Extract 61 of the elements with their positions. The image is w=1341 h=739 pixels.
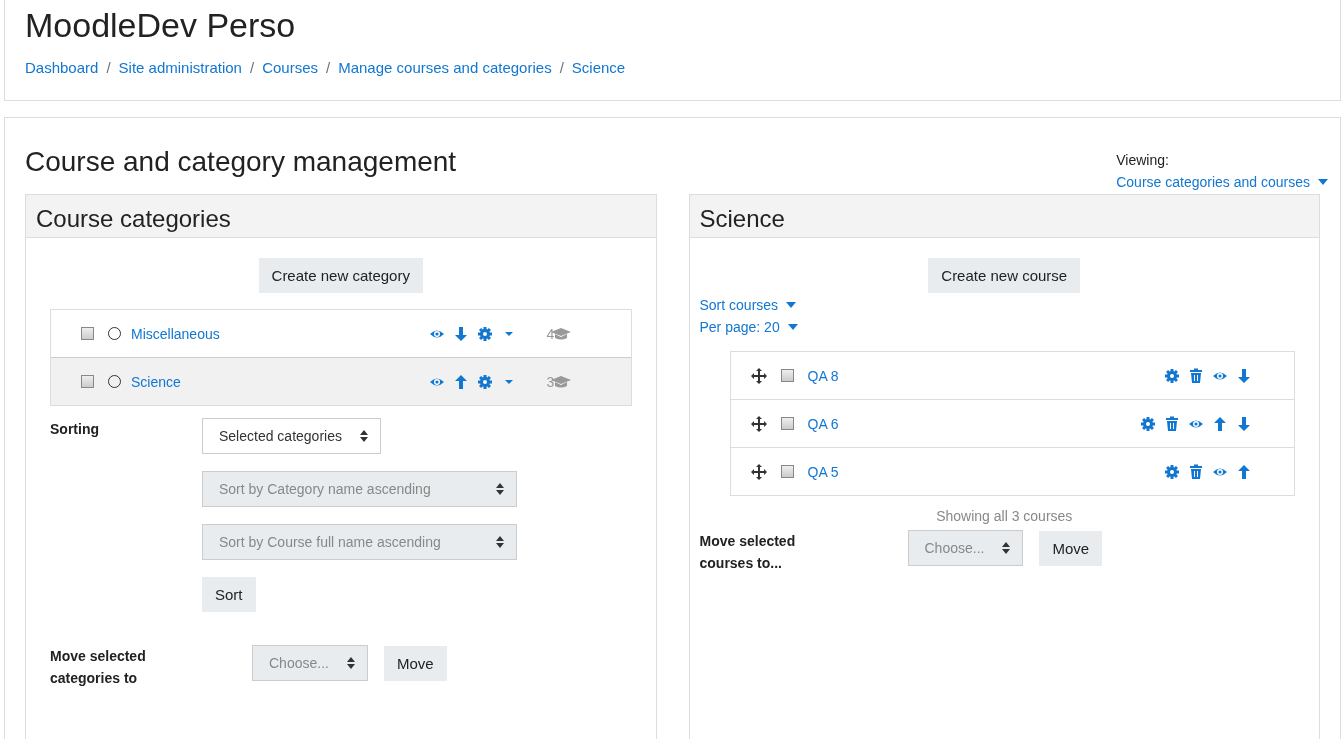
breadcrumb-separator: / xyxy=(106,59,111,76)
trash-icon[interactable] xyxy=(1188,463,1204,480)
breadcrumb-link[interactable]: Dashboard xyxy=(25,59,99,76)
move-courses-label: Move selected courses to... xyxy=(699,532,797,573)
page-heading: Course and category management xyxy=(25,146,457,178)
breadcrumb-link[interactable]: Courses xyxy=(262,59,318,76)
breadcrumb-separator: / xyxy=(249,59,255,76)
checkbox[interactable] xyxy=(780,369,794,382)
move-icon[interactable] xyxy=(750,463,767,480)
checkbox[interactable] xyxy=(780,417,794,430)
arrow-up-icon[interactable] xyxy=(1236,463,1252,480)
checkbox[interactable] xyxy=(780,465,794,478)
settings-icon[interactable] xyxy=(1140,415,1156,432)
caret-icon xyxy=(787,324,798,330)
checkbox[interactable] xyxy=(81,375,94,388)
course-link[interactable]: QA 6 xyxy=(807,415,1140,432)
move-button[interactable]: Move xyxy=(383,645,447,681)
site-title: MoodleDev Perso xyxy=(25,6,297,45)
course-link[interactable]: QA 5 xyxy=(807,463,1164,480)
move-icon[interactable] xyxy=(750,367,767,384)
sort-button[interactable]: Sort xyxy=(202,577,256,612)
arrow-down-icon[interactable] xyxy=(1236,415,1252,432)
move-categories-label: Move selected categories to xyxy=(50,647,147,688)
breadcrumb-link[interactable]: Manage courses and categories xyxy=(338,59,552,76)
checkbox[interactable] xyxy=(81,327,94,340)
breadcrumb-link[interactable]: Science xyxy=(571,59,626,76)
sorting-label: Sorting xyxy=(50,420,100,439)
breadcrumb-separator: / xyxy=(326,59,331,76)
category-row[interactable]: Science 3 xyxy=(51,358,631,405)
move-button[interactable]: Move xyxy=(1039,530,1103,566)
caret-icon xyxy=(1318,179,1328,185)
select-arrows-icon xyxy=(359,430,368,442)
category-link[interactable]: Science xyxy=(131,373,429,390)
move-icon[interactable] xyxy=(750,415,767,432)
per-page-dropdown[interactable]: Per page: 20 xyxy=(699,319,1309,335)
view-mode-dropdown[interactable]: Course categories and courses xyxy=(1116,174,1328,190)
caret-icon xyxy=(786,302,797,308)
breadcrumb-separator: / xyxy=(559,59,564,76)
panel-title: Course categories xyxy=(26,195,656,238)
select-arrows-icon xyxy=(346,657,355,669)
create-category-button[interactable]: Create new category xyxy=(258,258,423,293)
trash-icon[interactable] xyxy=(1164,415,1180,432)
settings-icon[interactable] xyxy=(1164,463,1180,480)
course-link[interactable]: QA 8 xyxy=(807,367,1164,384)
select-arrows-icon xyxy=(496,536,504,548)
breadcrumb-link[interactable]: Site administration xyxy=(118,59,242,76)
select-arrows-icon xyxy=(496,483,504,495)
dropdown[interactable]: Selected categories xyxy=(202,418,381,454)
course-count: 4 xyxy=(546,325,555,342)
create-course-button[interactable]: Create new course xyxy=(928,258,1081,293)
trash-icon[interactable] xyxy=(1188,367,1204,384)
select-arrows-icon xyxy=(1002,542,1011,554)
course-count: 3 xyxy=(546,373,555,390)
sort-courses-dropdown[interactable]: Sort courses xyxy=(699,297,1309,313)
arrow-down-icon[interactable] xyxy=(1236,367,1252,384)
settings-icon[interactable] xyxy=(1164,367,1180,384)
category-link[interactable]: Miscellaneous xyxy=(131,325,429,342)
arrow-up-icon[interactable] xyxy=(1212,415,1228,432)
panel-title: Science xyxy=(689,195,1319,238)
viewing-label: Viewing: xyxy=(1116,152,1170,168)
course-count-text: Showing all 3 courses xyxy=(935,508,1074,524)
